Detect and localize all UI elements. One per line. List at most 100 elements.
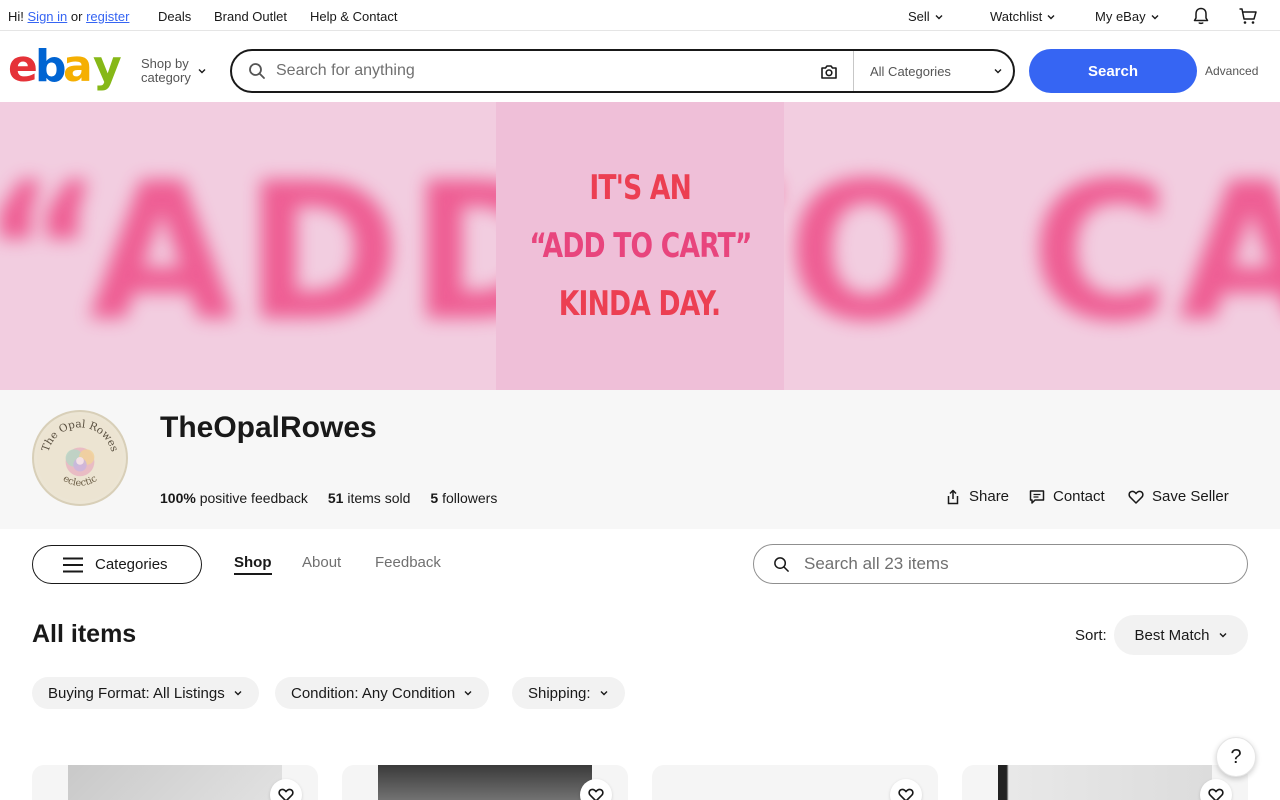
my-ebay-label: My eBay [1095, 9, 1146, 24]
bell-icon[interactable] [1191, 6, 1211, 26]
sold-value: 51 [327, 490, 344, 506]
my-ebay-menu[interactable]: My eBay [1095, 9, 1160, 24]
followers-label: followers [442, 490, 498, 506]
logo-letter-a: a [63, 41, 93, 91]
chevron-down-icon [234, 691, 242, 696]
hamburger-menu-icon [63, 557, 83, 572]
item-card[interactable] [962, 765, 1248, 800]
chevron-down-icon [600, 691, 608, 696]
item-image[interactable] [68, 765, 282, 800]
chevron-down-icon [994, 69, 1002, 74]
items-sold-stat: 51 items sold [328, 490, 411, 506]
shipping-filter[interactable]: Shipping: [512, 677, 625, 709]
contact-button[interactable]: Contact [1029, 488, 1105, 505]
store-name: TheOpalRowes [160, 411, 377, 444]
item-card[interactable] [342, 765, 628, 800]
heart-icon [1128, 490, 1144, 504]
share-icon [947, 489, 959, 504]
ebay-logo[interactable]: e b a y [8, 41, 126, 91]
categories-button[interactable]: Categories [32, 545, 202, 584]
store-logo-image: The Opal Rowes eclectic [36, 414, 124, 502]
followers-stat: 5 followers [430, 490, 497, 506]
cart-icon[interactable] [1238, 6, 1258, 26]
tab-shop[interactable]: Shop [234, 554, 272, 575]
deals-link[interactable]: Deals [158, 9, 191, 24]
filter-label: Buying Format: All Listings [48, 684, 225, 702]
watch-button[interactable] [270, 779, 302, 800]
feedback-value: 100% [160, 490, 196, 506]
share-label: Share [969, 488, 1010, 505]
condition-filter[interactable]: Condition: Any Condition [275, 677, 490, 709]
store-search-input[interactable] [804, 553, 1224, 575]
all-items-heading: All items [32, 620, 137, 648]
filter-label: Condition: Any Condition [291, 684, 456, 702]
shop-by-label: Shop by [141, 56, 189, 71]
store-search-bar [753, 544, 1248, 584]
store-stats: 100% positive feedback 51 items sold 5 f… [160, 490, 497, 506]
heart-icon [1208, 788, 1224, 800]
item-card[interactable] [32, 765, 318, 800]
heart-icon [278, 788, 294, 800]
logo-letter-y: y [93, 41, 122, 91]
sell-label: Sell [908, 9, 930, 24]
watchlist-menu[interactable]: Watchlist [990, 9, 1056, 24]
item-image[interactable] [998, 765, 1212, 800]
banner-line-1: IT'S AN [589, 168, 691, 208]
save-seller-label: Save Seller [1152, 488, 1229, 505]
register-link[interactable]: register [86, 9, 129, 24]
brand-outlet-link[interactable]: Brand Outlet [214, 9, 287, 24]
advanced-search-link[interactable]: Advanced [1205, 64, 1258, 78]
greeting-text: Hi! [8, 9, 24, 24]
sort-dropdown[interactable]: Best Match [1114, 615, 1248, 655]
item-image[interactable] [378, 765, 592, 800]
chevron-down-icon [198, 69, 206, 74]
watch-button[interactable] [890, 779, 922, 800]
sort-value: Best Match [1134, 626, 1210, 644]
tab-feedback[interactable]: Feedback [375, 554, 441, 571]
chevron-down-icon [935, 14, 943, 19]
category-select-value: All Categories [870, 63, 951, 79]
store-avatar: The Opal Rowes eclectic [32, 410, 128, 506]
item-image[interactable] [688, 765, 902, 800]
chevron-down-icon [1047, 14, 1055, 19]
watch-button[interactable] [1200, 779, 1232, 800]
search-button[interactable]: Search [1029, 49, 1197, 93]
search-icon [774, 557, 789, 572]
top-utility-bar: Hi! Sign in or register Deals Brand Outl… [0, 0, 1280, 31]
sold-label: items sold [347, 490, 411, 506]
search-icon [249, 63, 265, 79]
category-select[interactable]: All Categories [853, 51, 1015, 91]
sort-label: Sort: [1075, 627, 1107, 644]
buying-format-filter[interactable]: Buying Format: All Listings [32, 677, 259, 709]
or-text: or [70, 9, 83, 24]
chevron-down-icon [1151, 14, 1159, 19]
help-button[interactable]: ? [1216, 737, 1256, 777]
feedback-label: positive feedback [199, 490, 308, 506]
save-seller-button[interactable]: Save Seller [1128, 488, 1229, 505]
banner-line-2: “ADD TO CART” [528, 226, 752, 266]
watch-button[interactable] [580, 779, 612, 800]
sell-menu[interactable]: Sell [908, 9, 944, 24]
camera-icon[interactable] [819, 62, 839, 82]
category-label: category [141, 70, 191, 85]
filter-label: Shipping: [528, 684, 591, 702]
categories-label: Categories [95, 556, 168, 573]
followers-value: 5 [430, 490, 439, 506]
tab-about[interactable]: About [302, 554, 341, 571]
store-info-section: The Opal Rowes eclectic TheOpalRowes 100… [0, 390, 1280, 529]
logo-letter-e: e [8, 41, 36, 91]
heart-icon [898, 788, 914, 800]
item-card[interactable] [652, 765, 938, 800]
heart-icon [588, 788, 604, 800]
help-contact-link[interactable]: Help & Contact [310, 9, 397, 24]
search-input[interactable] [276, 59, 796, 83]
sign-in-link[interactable]: Sign in [28, 9, 68, 24]
greeting: Hi! Sign in or register [8, 9, 129, 24]
banner-center-image: IT'S AN “ADD TO CART” KINDA DAY. [496, 102, 784, 390]
chevron-down-icon [1219, 633, 1227, 638]
chat-icon [1029, 489, 1045, 504]
share-button[interactable]: Share [945, 488, 1009, 505]
shop-by-category-button[interactable]: Shop by category [141, 57, 207, 85]
store-banner: “ADD TO CART” IT'S AN “ADD TO CART” KIND… [0, 102, 1280, 390]
contact-label: Contact [1053, 488, 1105, 505]
